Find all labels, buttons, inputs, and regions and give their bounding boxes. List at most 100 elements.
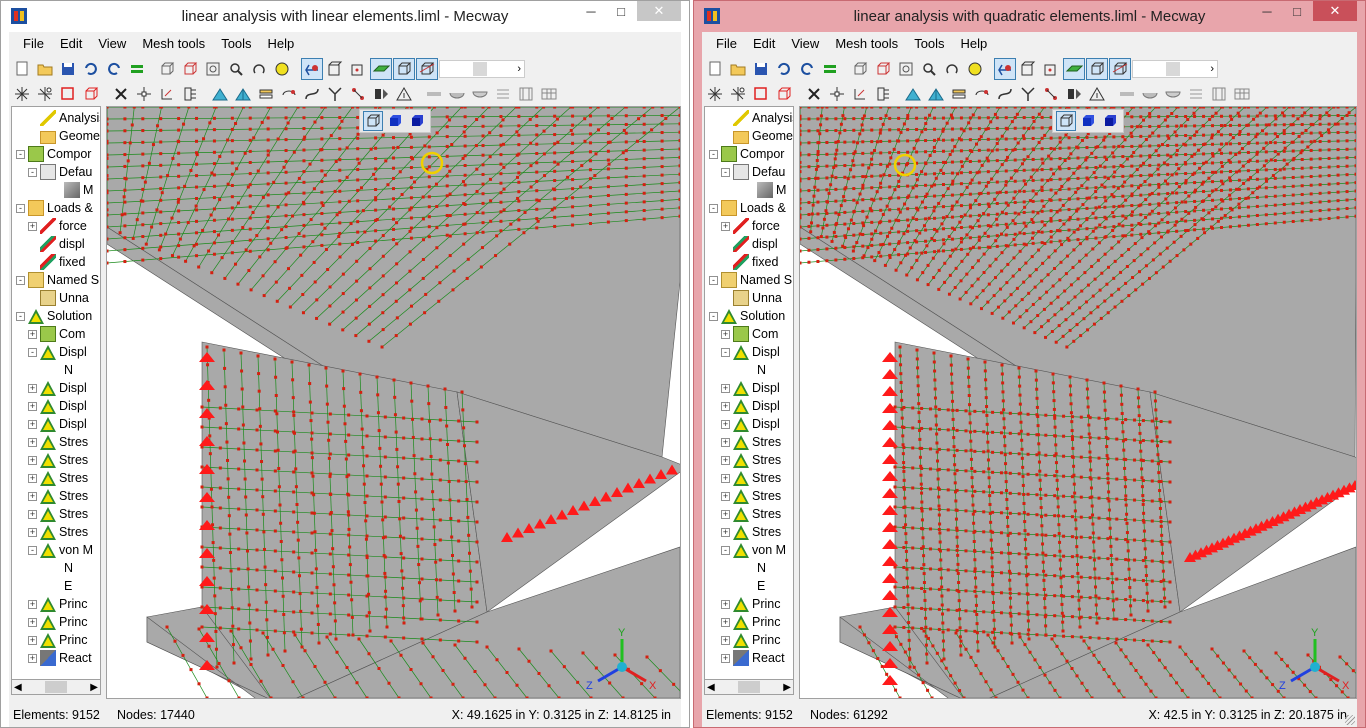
toolbar-scroll-thumb[interactable] [473, 62, 488, 76]
select-nodes-icon[interactable] [11, 83, 33, 105]
tree-item[interactable]: Geometr [28, 127, 100, 145]
scale-icon[interactable] [1086, 83, 1108, 105]
show-faces-icon[interactable] [370, 58, 392, 80]
align-icon[interactable] [492, 83, 514, 105]
maximize-button[interactable]: □ [607, 1, 635, 21]
tree-item[interactable]: + Princ [28, 595, 87, 613]
wireframe-view-icon[interactable] [1056, 111, 1076, 131]
hidden-lines-icon[interactable] [393, 58, 415, 80]
collapse-icon[interactable]: - [28, 167, 37, 177]
select-box-icon[interactable] [750, 83, 772, 105]
expand-icon[interactable]: + [28, 455, 37, 465]
measure-icon[interactable] [1208, 83, 1230, 105]
expand-icon[interactable]: + [28, 383, 37, 393]
curved-shell-icon[interactable] [469, 83, 491, 105]
measure-icon[interactable] [515, 83, 537, 105]
solid-view-icon[interactable] [1078, 111, 1098, 131]
sweep-icon[interactable] [301, 83, 323, 105]
expand-icon[interactable]: + [28, 617, 37, 627]
select-elements-icon[interactable] [34, 83, 56, 105]
expand-icon[interactable]: + [28, 221, 37, 231]
view-iso-icon[interactable] [179, 58, 201, 80]
tree-item[interactable]: + Stres [721, 505, 781, 523]
collapse-icon[interactable]: - [16, 149, 25, 159]
expand-icon[interactable]: + [28, 437, 37, 447]
model-viewport[interactable]: YXZ [799, 106, 1357, 699]
toolbar-scroller[interactable]: › [439, 60, 525, 78]
tree-item[interactable]: M [745, 181, 786, 199]
zoom-icon[interactable] [225, 58, 247, 80]
delete-icon[interactable] [110, 83, 132, 105]
maximize-button[interactable]: □ [1283, 1, 1311, 21]
right-titlebar[interactable]: linear analysis with quadratic elements.… [694, 1, 1365, 32]
tree-item[interactable]: - Solution [709, 307, 785, 325]
tree-item[interactable]: - Named S [16, 271, 99, 289]
tree-item[interactable]: N [745, 559, 766, 577]
select-cube-icon[interactable] [773, 83, 795, 105]
tree-item[interactable]: + Princ [28, 613, 87, 631]
expand-icon[interactable]: + [721, 509, 730, 519]
expand-icon[interactable]: + [721, 653, 730, 663]
expand-icon[interactable]: + [721, 437, 730, 447]
show-nodes-icon[interactable] [347, 58, 369, 80]
pan-icon[interactable] [964, 58, 986, 80]
tree-item[interactable]: + Displ [28, 379, 87, 397]
toolbar-scroll-right-icon[interactable]: › [517, 63, 521, 75]
show-loads-icon[interactable] [301, 58, 323, 80]
expand-icon[interactable]: + [28, 635, 37, 645]
scroll-right-icon[interactable]: ▶ [90, 682, 98, 693]
menu-edit[interactable]: Edit [52, 34, 90, 54]
toolbar-scroll-right-icon[interactable]: › [1210, 63, 1214, 75]
expand-icon[interactable]: + [721, 527, 730, 537]
shell-icon[interactable] [1139, 83, 1161, 105]
close-button[interactable]: ✕ [637, 1, 681, 21]
tree-item[interactable]: + React [721, 649, 785, 667]
expand-icon[interactable]: + [28, 599, 37, 609]
menu-file[interactable]: File [708, 34, 745, 54]
tree-item[interactable]: + Princ [721, 613, 780, 631]
tree-item[interactable]: + Stres [28, 433, 88, 451]
tree-item[interactable]: + Princ [28, 631, 87, 649]
expand-icon[interactable]: + [721, 221, 730, 231]
tree-item[interactable]: Analysis [721, 109, 793, 127]
expand-icon[interactable]: + [721, 635, 730, 645]
close-button[interactable]: ✕ [1313, 1, 1357, 21]
tree-item[interactable]: + force [28, 217, 87, 235]
expand-icon[interactable]: + [721, 491, 730, 501]
tree-item[interactable]: + Stres [721, 487, 781, 505]
tree-item[interactable]: + Displ [721, 379, 780, 397]
minimize-button[interactable]: ─ [577, 1, 605, 21]
delete-icon[interactable] [803, 83, 825, 105]
collapse-icon[interactable]: - [709, 149, 718, 159]
tree-item[interactable]: + Stres [28, 451, 88, 469]
scroll-left-icon[interactable]: ◀ [707, 682, 715, 693]
shaded-view-icon[interactable] [407, 111, 427, 131]
tree-item[interactable]: + Stres [28, 469, 88, 487]
stack-icon[interactable] [948, 83, 970, 105]
triangle-mesh-icon[interactable] [925, 83, 947, 105]
table-icon[interactable] [1231, 83, 1253, 105]
align-icon[interactable] [1185, 83, 1207, 105]
expand-icon[interactable]: + [721, 419, 730, 429]
rotate-icon[interactable] [941, 58, 963, 80]
curved-shell-icon[interactable] [1162, 83, 1184, 105]
expand-icon[interactable]: + [28, 491, 37, 501]
menu-view[interactable]: View [90, 34, 134, 54]
tree-item[interactable]: - Named S [709, 271, 792, 289]
table-icon[interactable] [538, 83, 560, 105]
expand-icon[interactable]: + [28, 329, 37, 339]
tree-item[interactable]: - Displ [721, 343, 780, 361]
expand-icon[interactable]: + [28, 509, 37, 519]
triangle-mesh-icon[interactable] [232, 83, 254, 105]
expand-icon[interactable]: + [28, 527, 37, 537]
save-icon[interactable] [750, 58, 772, 80]
view-iso-icon[interactable] [872, 58, 894, 80]
move-icon[interactable] [156, 83, 178, 105]
tree-item[interactable]: + Stres [721, 433, 781, 451]
new-file-icon[interactable] [11, 58, 33, 80]
collapse-icon[interactable]: - [16, 203, 25, 213]
scale-icon[interactable] [393, 83, 415, 105]
tree-item[interactable]: Analysis [28, 109, 100, 127]
mecway-app-icon[interactable] [11, 8, 27, 24]
tree-item[interactable]: - Displ [28, 343, 87, 361]
